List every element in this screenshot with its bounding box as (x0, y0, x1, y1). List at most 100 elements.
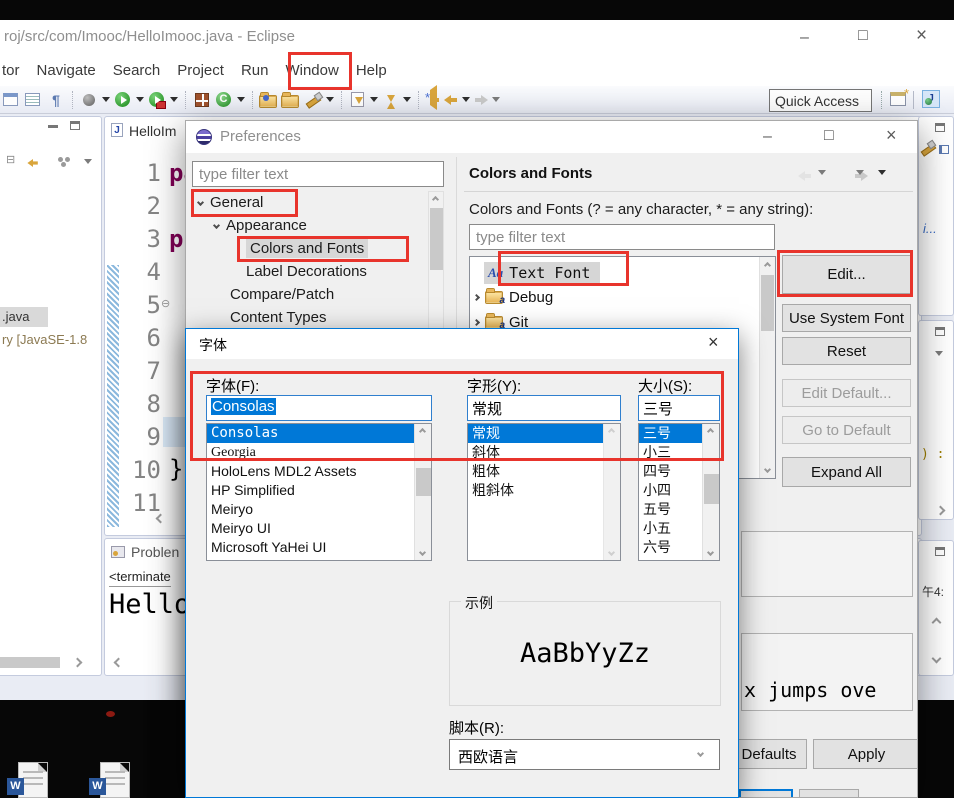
scroll-up-icon[interactable] (763, 261, 772, 270)
fold-marker-icon[interactable]: ⊖ (161, 297, 170, 310)
close-icon[interactable]: × (708, 332, 719, 353)
back-dropdown-icon[interactable] (462, 97, 470, 102)
export-icon[interactable] (384, 92, 397, 109)
view-menu-icon[interactable] (84, 159, 92, 164)
menu-item-window[interactable]: Window (285, 62, 338, 79)
font-dialog-title-bar[interactable]: 字体 × (186, 329, 738, 359)
scroll-down-icon[interactable] (418, 548, 427, 557)
scroll-up-icon[interactable] (431, 195, 440, 204)
edit-button[interactable]: Edit... (782, 255, 911, 294)
debug-dropdown-icon[interactable] (102, 97, 110, 102)
font-name-input[interactable]: Consolas (206, 395, 432, 421)
preferences-title-bar[interactable]: Preferences – □ × (186, 121, 917, 153)
tree-item-content-types[interactable]: Content Types (230, 306, 326, 328)
expander-icon[interactable] (472, 293, 481, 302)
outline-list-icon[interactable] (939, 145, 949, 154)
tree-item-label-decorations[interactable]: Label Decorations (246, 260, 367, 282)
font-list-item[interactable]: HoloLens MDL2 Assets (207, 462, 431, 481)
apply-button[interactable]: Apply (813, 739, 917, 769)
editor-scroll-left-icon[interactable] (155, 513, 166, 524)
back-dropdown-icon[interactable] (818, 170, 826, 175)
tree-item-text-font[interactable]: Aa Text Font (484, 262, 601, 284)
editor-tab-helloimooc[interactable]: HelloIm (129, 123, 176, 139)
scrollbar-thumb[interactable] (430, 208, 443, 270)
style-list-item[interactable]: 粗斜体 (468, 481, 620, 500)
minimize-icon[interactable]: – (800, 30, 809, 46)
scrollbar-thumb[interactable] (761, 275, 774, 331)
style-list-item[interactable]: 常规 (468, 424, 620, 443)
script-select[interactable]: 西欧语言 (449, 739, 720, 770)
import-icon[interactable] (351, 92, 364, 107)
tree-item-debug[interactable]: a Debug (472, 288, 553, 306)
collapse-all-icon[interactable]: ⊟ (6, 153, 15, 166)
export-dropdown-icon[interactable] (403, 97, 411, 102)
scroll-down-icon[interactable] (931, 653, 942, 664)
format-brush-icon[interactable] (304, 91, 322, 109)
tree-item-java-file[interactable]: .java (0, 307, 48, 327)
colors-fonts-filter-input[interactable] (469, 224, 775, 250)
font-tree-scrollbar[interactable] (759, 257, 775, 478)
scroll-right-icon[interactable] (935, 505, 946, 516)
forward-dropdown-icon[interactable] (492, 97, 500, 102)
maximize-view-icon[interactable] (70, 121, 80, 130)
ok-button[interactable] (739, 789, 793, 797)
tree-item-compare-patch[interactable]: Compare/Patch (230, 283, 334, 305)
expander-icon[interactable] (212, 221, 221, 229)
scroll-up-icon[interactable] (931, 617, 942, 628)
import-dropdown-icon[interactable] (370, 97, 378, 102)
open-resource-icon[interactable] (281, 91, 300, 109)
scroll-down-icon[interactable] (607, 548, 616, 557)
word-document-icon[interactable]: W (89, 762, 130, 798)
menu-item-navigate[interactable]: Navigate (37, 62, 96, 79)
horizontal-scrollbar-thumb[interactable] (0, 657, 60, 668)
minimize-icon[interactable]: – (763, 129, 772, 145)
font-size-input[interactable]: 三号 (638, 395, 720, 421)
open-perspective-icon[interactable] (3, 91, 21, 109)
coverage-dropdown-icon[interactable] (170, 97, 178, 102)
menu-item-run[interactable]: Run (241, 62, 269, 79)
font-list-item[interactable]: Meiryo UI (207, 519, 431, 538)
history-back-icon[interactable] (798, 171, 812, 181)
last-edit-location-icon[interactable] (425, 84, 440, 110)
tree-item-general[interactable]: General (196, 191, 263, 213)
tab-problems[interactable]: Problen (131, 544, 179, 560)
link-editor-icon[interactable] (27, 159, 38, 167)
edit-default-button[interactable]: Edit Default... (782, 379, 911, 407)
restore-defaults-button[interactable]: Defaults (731, 739, 807, 769)
scrollbar-thumb[interactable] (416, 468, 431, 496)
show-whitespace-icon[interactable]: ¶ (47, 91, 65, 109)
go-to-default-button[interactable]: Go to Default (782, 416, 911, 444)
font-list-item[interactable]: Georgia (207, 443, 431, 462)
scroll-up-icon[interactable] (607, 427, 616, 436)
forward-icon[interactable] (474, 94, 488, 105)
menu-item-project[interactable]: Project (177, 62, 224, 79)
scroll-down-icon[interactable] (706, 548, 715, 557)
font-list-item[interactable]: HP Simplified (207, 481, 431, 500)
scroll-up-icon[interactable] (418, 427, 427, 436)
font-list-item[interactable]: Meiryo (207, 500, 431, 519)
pin-icon[interactable] (919, 139, 935, 155)
menu-item-search[interactable]: Search (113, 62, 161, 79)
preferences-filter-input[interactable] (192, 161, 444, 187)
word-document-icon[interactable]: W (7, 762, 48, 798)
show-view-icon[interactable] (25, 91, 43, 109)
scroll-up-icon[interactable] (706, 427, 715, 436)
menu-item-refactor[interactable]: tor (2, 62, 20, 79)
minimize-view-icon[interactable] (48, 125, 58, 128)
style-list-item[interactable]: 斜体 (468, 443, 620, 462)
run-dropdown-icon[interactable] (136, 97, 144, 102)
coverage-icon[interactable] (148, 91, 166, 109)
view-menu-icon[interactable] (935, 351, 943, 356)
scroll-down-icon[interactable] (763, 465, 772, 474)
run-icon[interactable] (114, 91, 132, 109)
expander-icon[interactable] (196, 198, 205, 206)
close-icon[interactable]: × (886, 126, 897, 144)
close-icon[interactable]: × (916, 26, 927, 45)
size-list-scrollbar[interactable] (702, 424, 719, 560)
expand-all-button[interactable]: Expand All (782, 457, 911, 487)
quick-access-input[interactable]: Quick Access (769, 89, 872, 112)
reset-button[interactable]: Reset (782, 337, 911, 365)
font-list-item[interactable]: Consolas (207, 424, 431, 443)
console-scroll-left-icon[interactable] (113, 657, 124, 668)
maximize-view-icon[interactable] (935, 123, 945, 132)
